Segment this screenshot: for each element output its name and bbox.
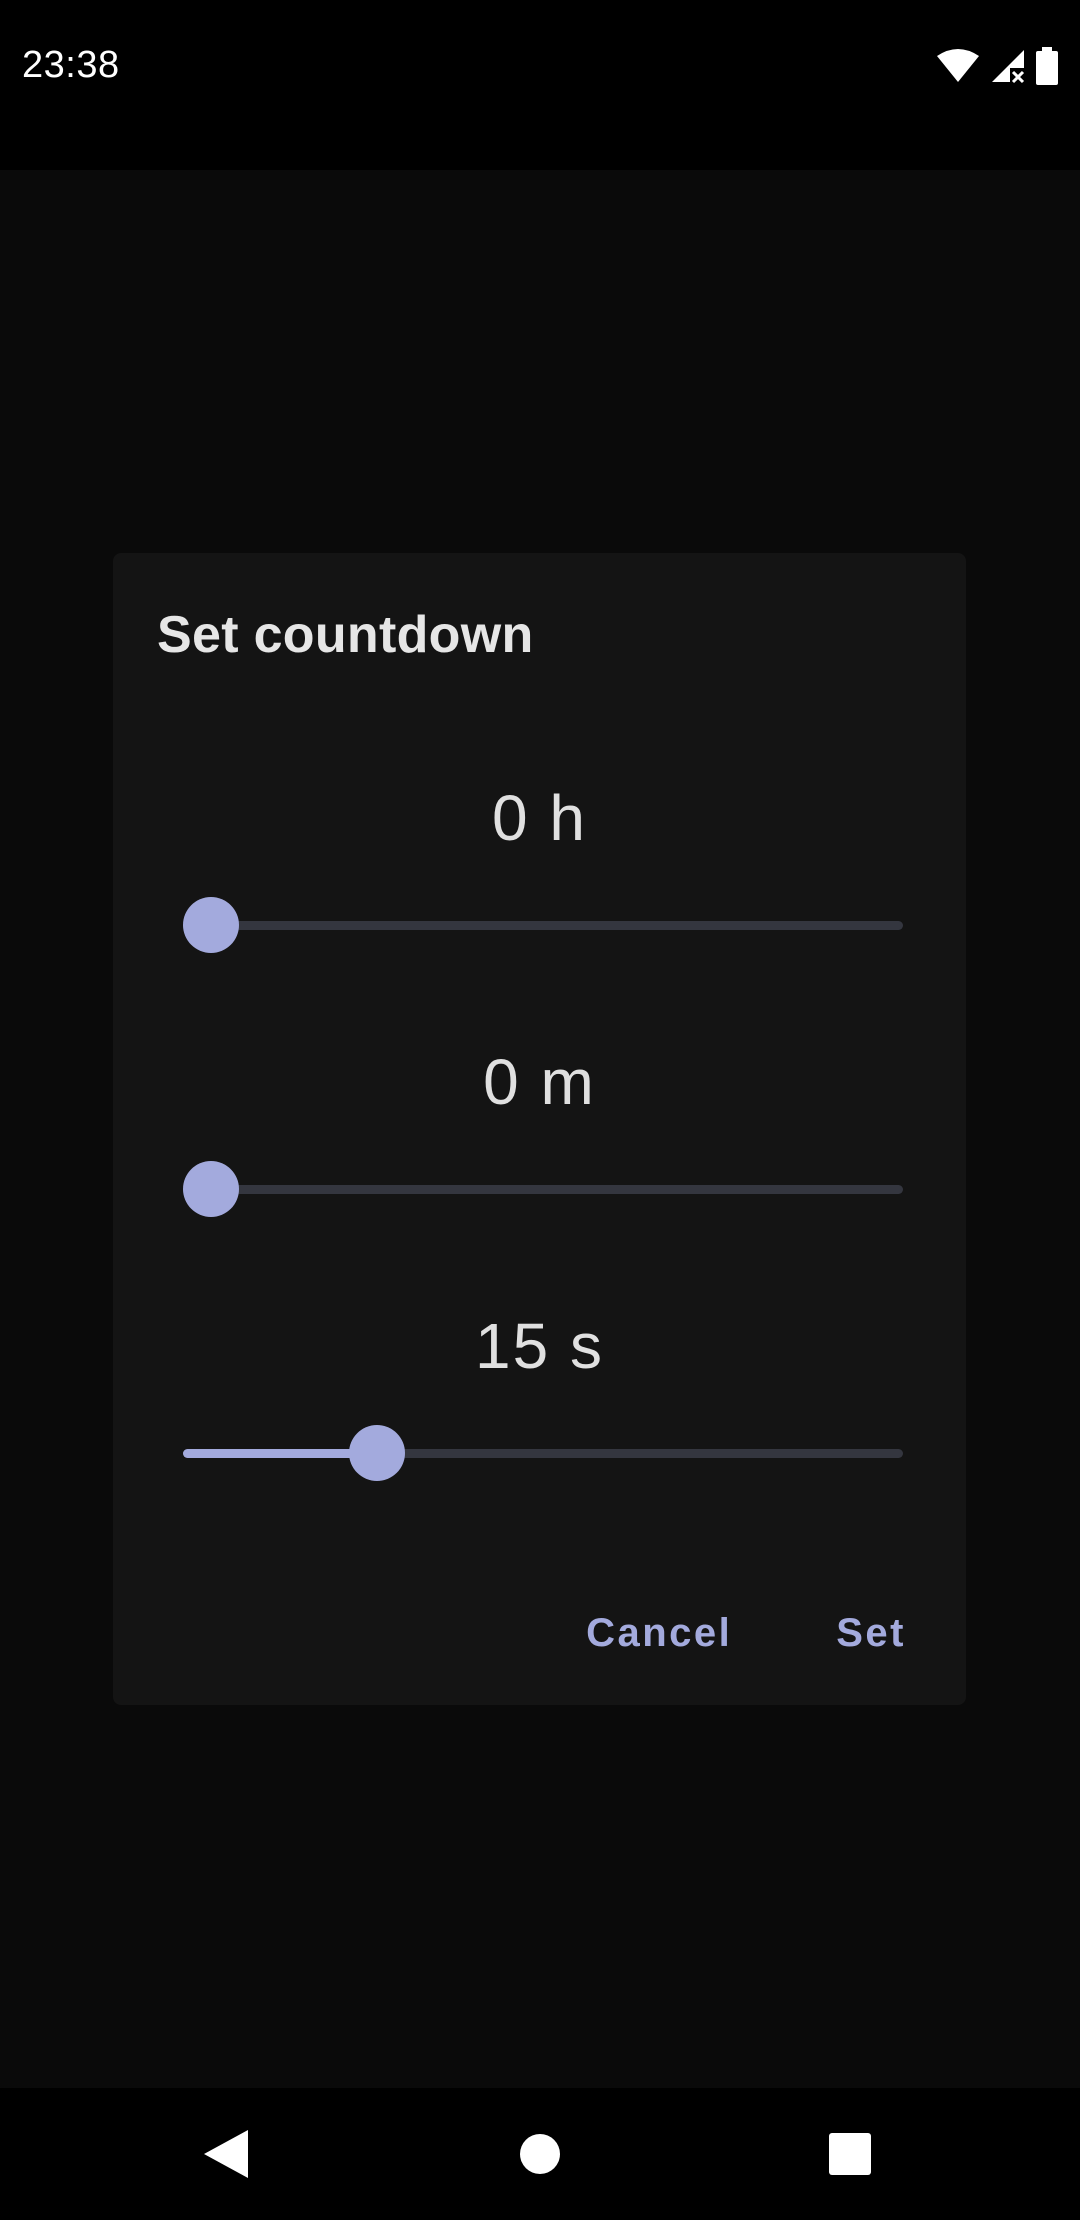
minutes-value: 0 m bbox=[483, 1046, 596, 1118]
seconds-slider-fill bbox=[183, 1449, 377, 1458]
recents-button[interactable] bbox=[814, 2118, 886, 2190]
home-icon bbox=[520, 2134, 560, 2174]
battery-icon bbox=[1036, 47, 1058, 85]
hours-slider[interactable] bbox=[183, 897, 903, 953]
seconds-slider-thumb[interactable] bbox=[349, 1425, 405, 1481]
navigation-bar bbox=[0, 2088, 1080, 2220]
seconds-slider[interactable] bbox=[183, 1425, 903, 1481]
status-time: 23:38 bbox=[22, 44, 120, 86]
cancel-button[interactable]: Cancel bbox=[586, 1611, 732, 1656]
countdown-dialog: Set countdown 0 h 0 m 15 s Cancel Set bbox=[113, 553, 966, 1705]
back-icon bbox=[204, 2130, 248, 2178]
status-icons bbox=[936, 44, 1058, 88]
recents-icon bbox=[829, 2133, 871, 2175]
dialog-actions: Cancel Set bbox=[586, 1611, 906, 1656]
home-button[interactable] bbox=[504, 2118, 576, 2190]
back-button[interactable] bbox=[190, 2118, 262, 2190]
set-button[interactable]: Set bbox=[836, 1611, 906, 1656]
hours-slider-thumb[interactable] bbox=[183, 897, 239, 953]
minutes-slider-track bbox=[183, 1185, 903, 1194]
minutes-slider[interactable] bbox=[183, 1161, 903, 1217]
hours-value: 0 h bbox=[492, 782, 587, 854]
seconds-value: 15 s bbox=[475, 1310, 604, 1382]
hours-slider-track bbox=[183, 921, 903, 930]
cell-signal-icon bbox=[990, 48, 1026, 84]
wifi-icon bbox=[936, 48, 980, 84]
dialog-title: Set countdown bbox=[157, 606, 534, 664]
status-bar: 23:38 bbox=[0, 0, 1080, 170]
screen: 23:38 Set countdown 0 h 0 m 15 s Cancel … bbox=[0, 0, 1080, 2220]
minutes-slider-thumb[interactable] bbox=[183, 1161, 239, 1217]
